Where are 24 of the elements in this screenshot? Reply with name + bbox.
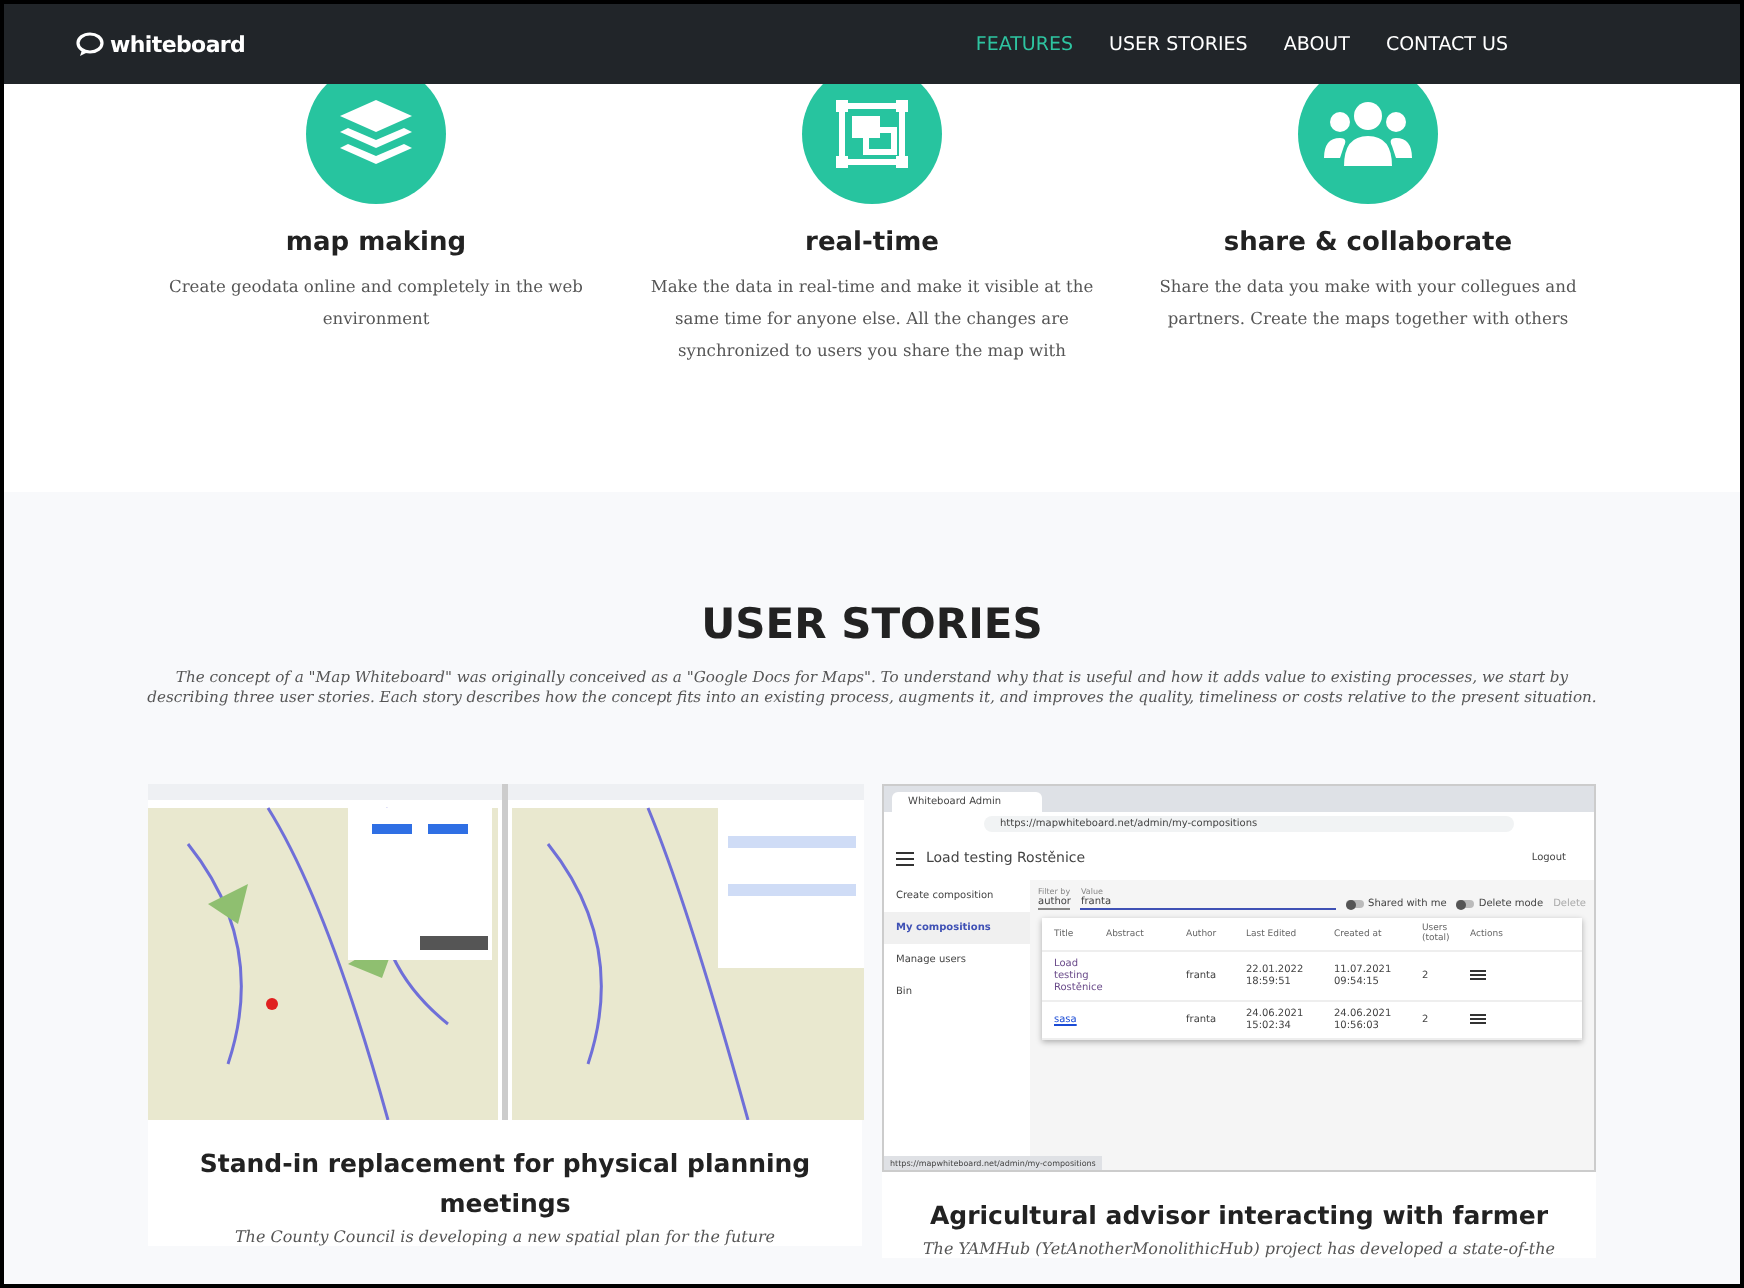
- nav-link[interactable]: CONTACT US: [1385, 33, 1508, 55]
- feature-title: real-time: [805, 228, 939, 258]
- nav-link[interactable]: ABOUT: [1283, 33, 1350, 55]
- feature-description: Make the data in real-time and make it visible at the same time for anyone else. All the changes are synchronized to users you share the map with: [648, 274, 1096, 364]
- menu-icon[interactable]: [1470, 1013, 1486, 1023]
- people-icon: [1324, 98, 1412, 170]
- chat-bubble-logo-icon: [76, 32, 104, 56]
- feature-title: share & collaborate: [1223, 228, 1513, 258]
- feature-title: map making: [285, 228, 467, 258]
- story-text: The YAMHub (YetAnotherMonolithicHub) project has developed a state-of-the: [922, 1240, 1556, 1258]
- story-title: Agricultural advisor interacting with farmer: [929, 1198, 1548, 1234]
- menu-icon[interactable]: [1470, 969, 1486, 979]
- feature-description: Create geodata online and completely in the web environment: [166, 274, 585, 332]
- logo-text[interactable]: whiteboard: [110, 31, 246, 57]
- menu-icon[interactable]: [896, 851, 914, 865]
- story-text: The County Council is developing a new spatial plan for the future: [234, 1228, 776, 1246]
- frame-icon: [832, 96, 912, 172]
- nav-link[interactable]: FEATURES: [975, 33, 1073, 55]
- toggle-switch[interactable]: [1346, 900, 1365, 908]
- section-heading: USER STORIES: [701, 600, 1043, 648]
- story-title: Stand-in replacement for physical planning meetings: [197, 1146, 813, 1222]
- feature-description: Share the data you make with your collegues and partners. Create the maps together with others: [1157, 274, 1579, 332]
- toggle-switch[interactable]: [1456, 900, 1475, 908]
- nav-link[interactable]: USER STORIES: [1108, 33, 1248, 55]
